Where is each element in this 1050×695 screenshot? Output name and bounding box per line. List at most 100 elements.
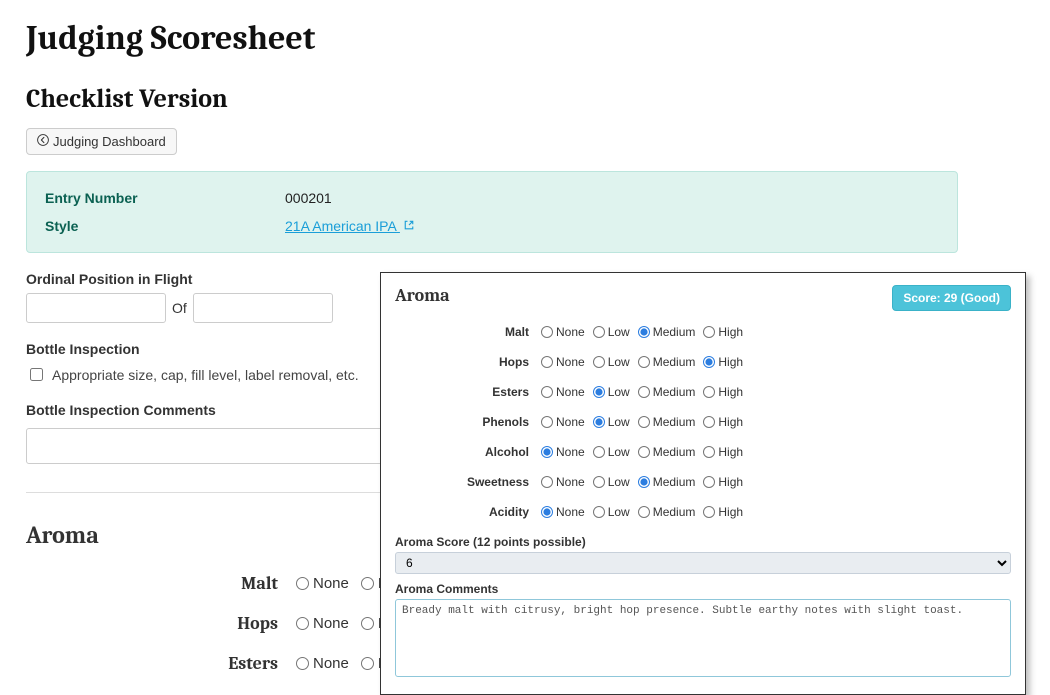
- panel-radio-option[interactable]: Low: [593, 445, 630, 459]
- panel-radio-label-text: Low: [608, 355, 630, 369]
- panel-radio-option[interactable]: High: [703, 445, 743, 459]
- panel-radio-option[interactable]: None: [541, 355, 585, 369]
- page-title: Judging Scoresheet: [26, 18, 1024, 58]
- aroma-radio-low[interactable]: [361, 657, 374, 670]
- aroma-comments-textarea[interactable]: [395, 599, 1011, 677]
- panel-aroma-row-label: Alcohol: [395, 445, 541, 459]
- panel-radio-low[interactable]: [593, 386, 605, 398]
- panel-aroma-row: PhenolsNoneLowMediumHigh: [395, 407, 1011, 437]
- panel-radio-option[interactable]: Low: [593, 505, 630, 519]
- panel-radio-none[interactable]: [541, 326, 553, 338]
- panel-radio-label-text: Low: [608, 445, 630, 459]
- judging-dashboard-button[interactable]: Judging Dashboard: [26, 128, 177, 155]
- panel-radio-option[interactable]: Medium: [638, 415, 696, 429]
- panel-radio-medium[interactable]: [638, 386, 650, 398]
- panel-radio-low[interactable]: [593, 416, 605, 428]
- style-link-text: 21A American IPA: [285, 218, 396, 234]
- panel-radio-low[interactable]: [593, 326, 605, 338]
- aroma-radio-none[interactable]: [296, 657, 309, 670]
- panel-radio-high[interactable]: [703, 476, 715, 488]
- panel-radio-medium[interactable]: [638, 356, 650, 368]
- panel-radio-label-text: High: [718, 475, 743, 489]
- ordinal-total-input[interactable]: [193, 293, 333, 323]
- aroma-radio-option[interactable]: None: [296, 615, 349, 632]
- panel-aroma-row-label: Sweetness: [395, 475, 541, 489]
- panel-aroma-row: EstersNone Low Medium High: [395, 377, 1011, 407]
- panel-radio-none[interactable]: [541, 356, 553, 368]
- panel-radio-option[interactable]: Medium: [638, 445, 696, 459]
- panel-title: Aroma: [395, 285, 450, 306]
- aroma-radio-label-text: None: [313, 655, 349, 672]
- panel-radio-none[interactable]: [541, 506, 553, 518]
- style-link[interactable]: 21A American IPA: [285, 218, 415, 234]
- panel-radio-option[interactable]: None: [541, 415, 585, 429]
- panel-radio-label-text: Medium: [653, 445, 696, 459]
- panel-aroma-row-label: Esters: [395, 385, 541, 399]
- panel-radio-low[interactable]: [593, 476, 605, 488]
- panel-radio-option[interactable]: Low: [593, 325, 630, 339]
- panel-radio-option[interactable]: Medium: [638, 355, 696, 369]
- panel-radio-option[interactable]: High: [703, 415, 743, 429]
- panel-radio-option[interactable]: Low: [593, 355, 630, 369]
- aroma-radio-none[interactable]: [296, 577, 309, 590]
- panel-radio-medium[interactable]: [638, 446, 650, 458]
- score-badge: Score: 29 (Good): [892, 285, 1011, 311]
- panel-radio-option[interactable]: High: [703, 505, 743, 519]
- aroma-score-select[interactable]: 6: [395, 552, 1011, 574]
- aroma-radio-none[interactable]: [296, 617, 309, 630]
- panel-radio-option[interactable]: Medium: [638, 475, 696, 489]
- panel-radio-none[interactable]: [541, 416, 553, 428]
- panel-radio-medium[interactable]: [638, 476, 650, 488]
- bottle-inspection-checkbox[interactable]: [30, 368, 43, 381]
- panel-aroma-row: MaltNoneLowMediumHigh: [395, 317, 1011, 347]
- aroma-row-label: Hops: [26, 613, 296, 634]
- panel-radio-option[interactable]: High: [703, 475, 743, 489]
- panel-radio-low[interactable]: [593, 506, 605, 518]
- entry-number-label: Entry Number: [45, 190, 285, 206]
- panel-radio-high[interactable]: [703, 446, 715, 458]
- panel-radio-option[interactable]: High: [703, 355, 743, 369]
- panel-radio-option[interactable]: High: [703, 325, 743, 339]
- aroma-radio-option[interactable]: None: [296, 575, 349, 592]
- aroma-row-label: Malt: [26, 573, 296, 594]
- panel-radio-option[interactable]: Low: [593, 385, 630, 399]
- panel-radio-none[interactable]: [541, 446, 553, 458]
- aroma-radio-low[interactable]: [361, 617, 374, 630]
- panel-radio-option[interactable]: None: [541, 475, 585, 489]
- panel-radio-high[interactable]: [703, 326, 715, 338]
- panel-radio-label-text: High: [718, 325, 743, 339]
- panel-radio-high[interactable]: [703, 506, 715, 518]
- panel-radio-option[interactable]: Medium: [638, 325, 696, 339]
- panel-radio-option[interactable]: None: [541, 505, 585, 519]
- panel-radio-label-text: Low: [608, 475, 630, 489]
- panel-radio-low[interactable]: [593, 446, 605, 458]
- panel-radio-label-text: Low: [608, 385, 630, 399]
- panel-radio-option[interactable]: Medium: [638, 505, 696, 519]
- panel-radio-option[interactable]: None: [541, 325, 585, 339]
- panel-radio-option[interactable]: Low: [593, 415, 630, 429]
- entry-info-card: Entry Number 000201 Style 21A American I…: [26, 171, 958, 253]
- panel-radio-label-text: None: [556, 415, 585, 429]
- panel-radio-medium[interactable]: [638, 326, 650, 338]
- ordinal-position-input[interactable]: [26, 293, 166, 323]
- panel-radio-option[interactable]: Medium: [638, 385, 696, 399]
- panel-radio-high[interactable]: [703, 416, 715, 428]
- aroma-radio-low[interactable]: [361, 577, 374, 590]
- panel-radio-label-text: High: [718, 385, 743, 399]
- panel-radio-medium[interactable]: [638, 506, 650, 518]
- of-label: Of: [172, 300, 187, 316]
- panel-radio-label-text: Low: [608, 325, 630, 339]
- aroma-radio-option[interactable]: None: [296, 655, 349, 672]
- panel-radio-none[interactable]: [541, 386, 553, 398]
- panel-radio-low[interactable]: [593, 356, 605, 368]
- panel-radio-option[interactable]: None: [541, 385, 585, 399]
- panel-radio-high[interactable]: [703, 386, 715, 398]
- panel-radio-option[interactable]: High: [703, 385, 743, 399]
- panel-radio-label-text: High: [718, 445, 743, 459]
- panel-radio-label-text: Medium: [653, 475, 696, 489]
- panel-radio-none[interactable]: [541, 476, 553, 488]
- panel-radio-option[interactable]: Low: [593, 475, 630, 489]
- panel-radio-high[interactable]: [703, 356, 715, 368]
- panel-radio-option[interactable]: None: [541, 445, 585, 459]
- panel-radio-medium[interactable]: [638, 416, 650, 428]
